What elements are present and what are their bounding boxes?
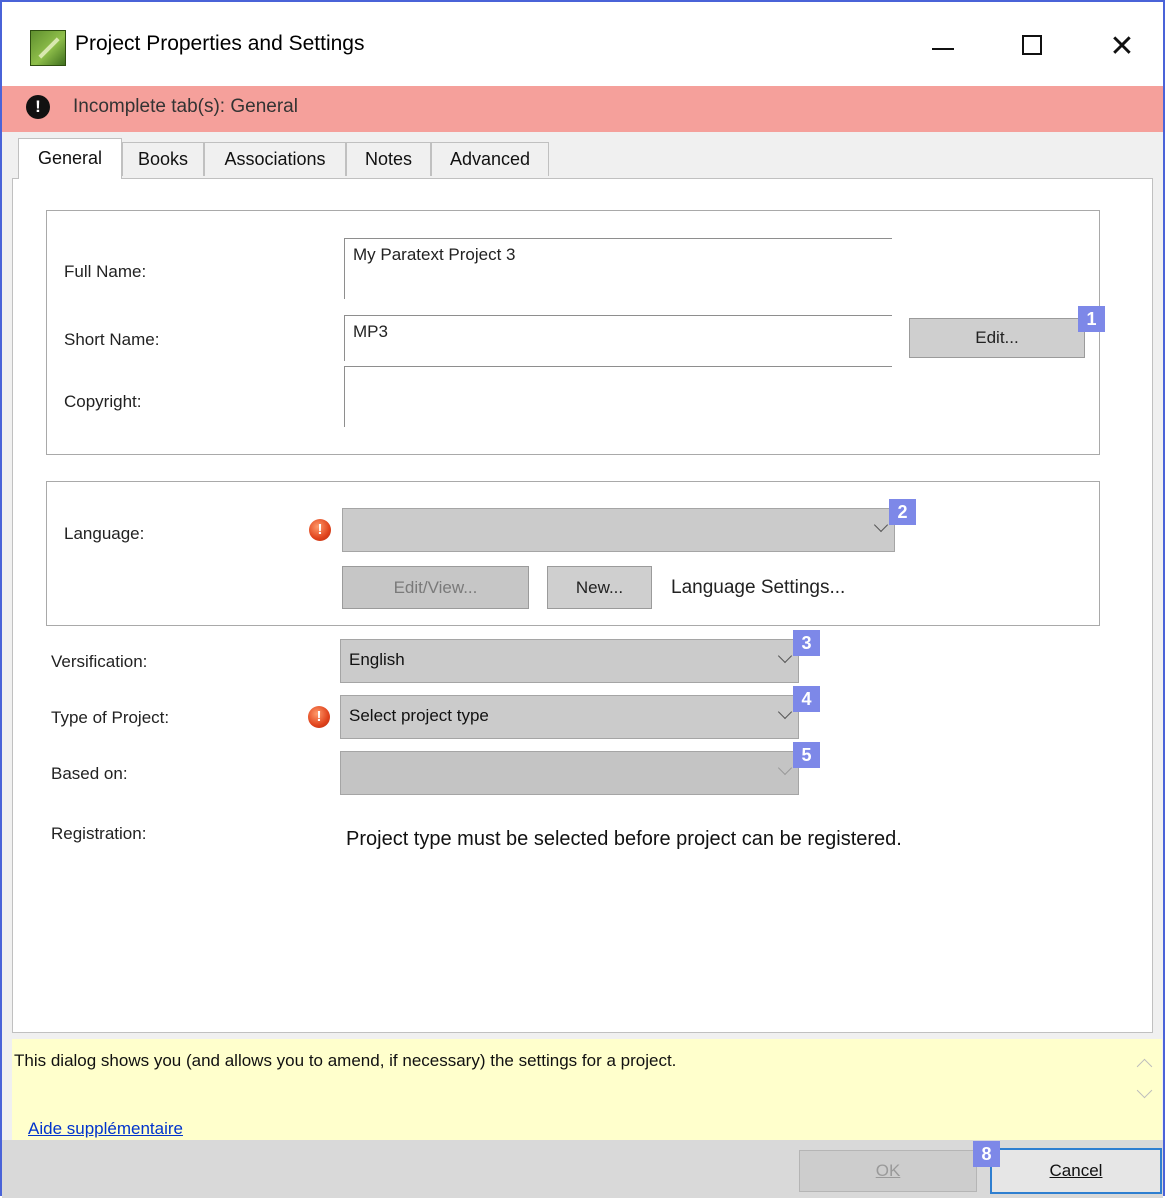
tab-general[interactable]: General — [18, 138, 122, 179]
new-language-button[interactable]: New... — [547, 566, 652, 609]
warning-icon: ! — [309, 519, 331, 541]
edit-short-name-button[interactable]: Edit... — [909, 318, 1085, 358]
chevron-down-icon — [777, 704, 793, 720]
callout-badge-1: 1 — [1078, 306, 1105, 332]
scroll-up-icon[interactable] — [1136, 1058, 1153, 1075]
general-tab-panel: Full Name: My Paratext Project 3 Short N… — [12, 178, 1153, 1033]
close-button[interactable]: ✕ — [1092, 24, 1152, 70]
registration-label: Registration: — [51, 824, 147, 843]
tab-notes[interactable]: Notes — [346, 142, 431, 176]
short-name-field[interactable]: MP3 — [344, 315, 892, 361]
banner-text: Incomplete tab(s): General — [73, 96, 298, 117]
cancel-button-label: Cancel — [1049, 1161, 1103, 1180]
more-help-link[interactable]: Aide supplémentaire — [28, 1119, 183, 1139]
chevron-down-icon — [777, 760, 793, 776]
callout-badge-2: 2 — [889, 499, 916, 525]
incomplete-tabs-banner: ! Incomplete tab(s): General — [2, 86, 1163, 132]
cancel-button[interactable]: Cancel — [990, 1148, 1162, 1194]
scroll-down-icon[interactable] — [1136, 1082, 1153, 1099]
title-bar: Project Properties and Settings ✕ — [2, 2, 1163, 86]
help-text: This dialog shows you (and allows you to… — [14, 1051, 677, 1070]
callout-badge-4: 4 — [793, 686, 820, 712]
project-type-combo[interactable]: Select project type — [340, 695, 799, 739]
short-name-label: Short Name: — [64, 330, 160, 349]
language-combo[interactable] — [342, 508, 895, 552]
tab-books[interactable]: Books — [122, 142, 204, 176]
registration-status-text: Project type must be selected before pro… — [346, 828, 902, 850]
full-name-value: My Paratext Project 3 — [353, 245, 516, 264]
names-group: Full Name: My Paratext Project 3 Short N… — [46, 210, 1105, 455]
copyright-field[interactable] — [344, 366, 892, 427]
edit-view-language-button[interactable]: Edit/View... — [342, 566, 529, 609]
language-group: Language: ! 2 Edit/View... New... Langua… — [46, 481, 1100, 626]
full-name-field[interactable]: My Paratext Project 3 — [344, 238, 892, 299]
window-title: Project Properties and Settings — [75, 32, 365, 55]
copyright-label: Copyright: — [64, 392, 142, 411]
help-panel: This dialog shows you (and allows you to… — [12, 1039, 1162, 1140]
project-type-selected: Select project type — [349, 706, 489, 725]
callout-badge-8: 8 — [973, 1141, 1000, 1167]
short-name-value: MP3 — [353, 322, 388, 341]
chevron-down-icon — [873, 517, 889, 533]
based-on-label: Based on: — [51, 764, 128, 783]
language-label: Language: — [64, 524, 145, 543]
tab-associations[interactable]: Associations — [204, 142, 346, 176]
full-name-label: Full Name: — [64, 262, 147, 281]
maximize-button[interactable] — [1002, 24, 1062, 70]
callout-badge-3: 3 — [793, 630, 820, 656]
chevron-down-icon — [777, 648, 793, 664]
exclamation-circle-icon: ! — [26, 95, 50, 119]
versification-combo[interactable]: English — [340, 639, 799, 683]
ok-button[interactable]: OK — [799, 1150, 977, 1192]
project-type-label: Type of Project: — [51, 708, 170, 727]
callout-badge-5: 5 — [793, 742, 820, 768]
paratext-app-icon — [30, 30, 66, 66]
warning-icon: ! — [308, 706, 330, 728]
tab-advanced[interactable]: Advanced — [431, 142, 549, 176]
versification-label: Versification: — [51, 652, 148, 671]
ok-button-label: OK — [875, 1161, 901, 1180]
versification-selected: English — [349, 650, 405, 669]
language-settings-link[interactable]: Language Settings... — [671, 577, 845, 599]
minimize-button[interactable] — [912, 24, 972, 70]
based-on-combo[interactable] — [340, 751, 799, 795]
dialog-window: Project Properties and Settings ✕ ! Inco… — [0, 0, 1165, 1198]
